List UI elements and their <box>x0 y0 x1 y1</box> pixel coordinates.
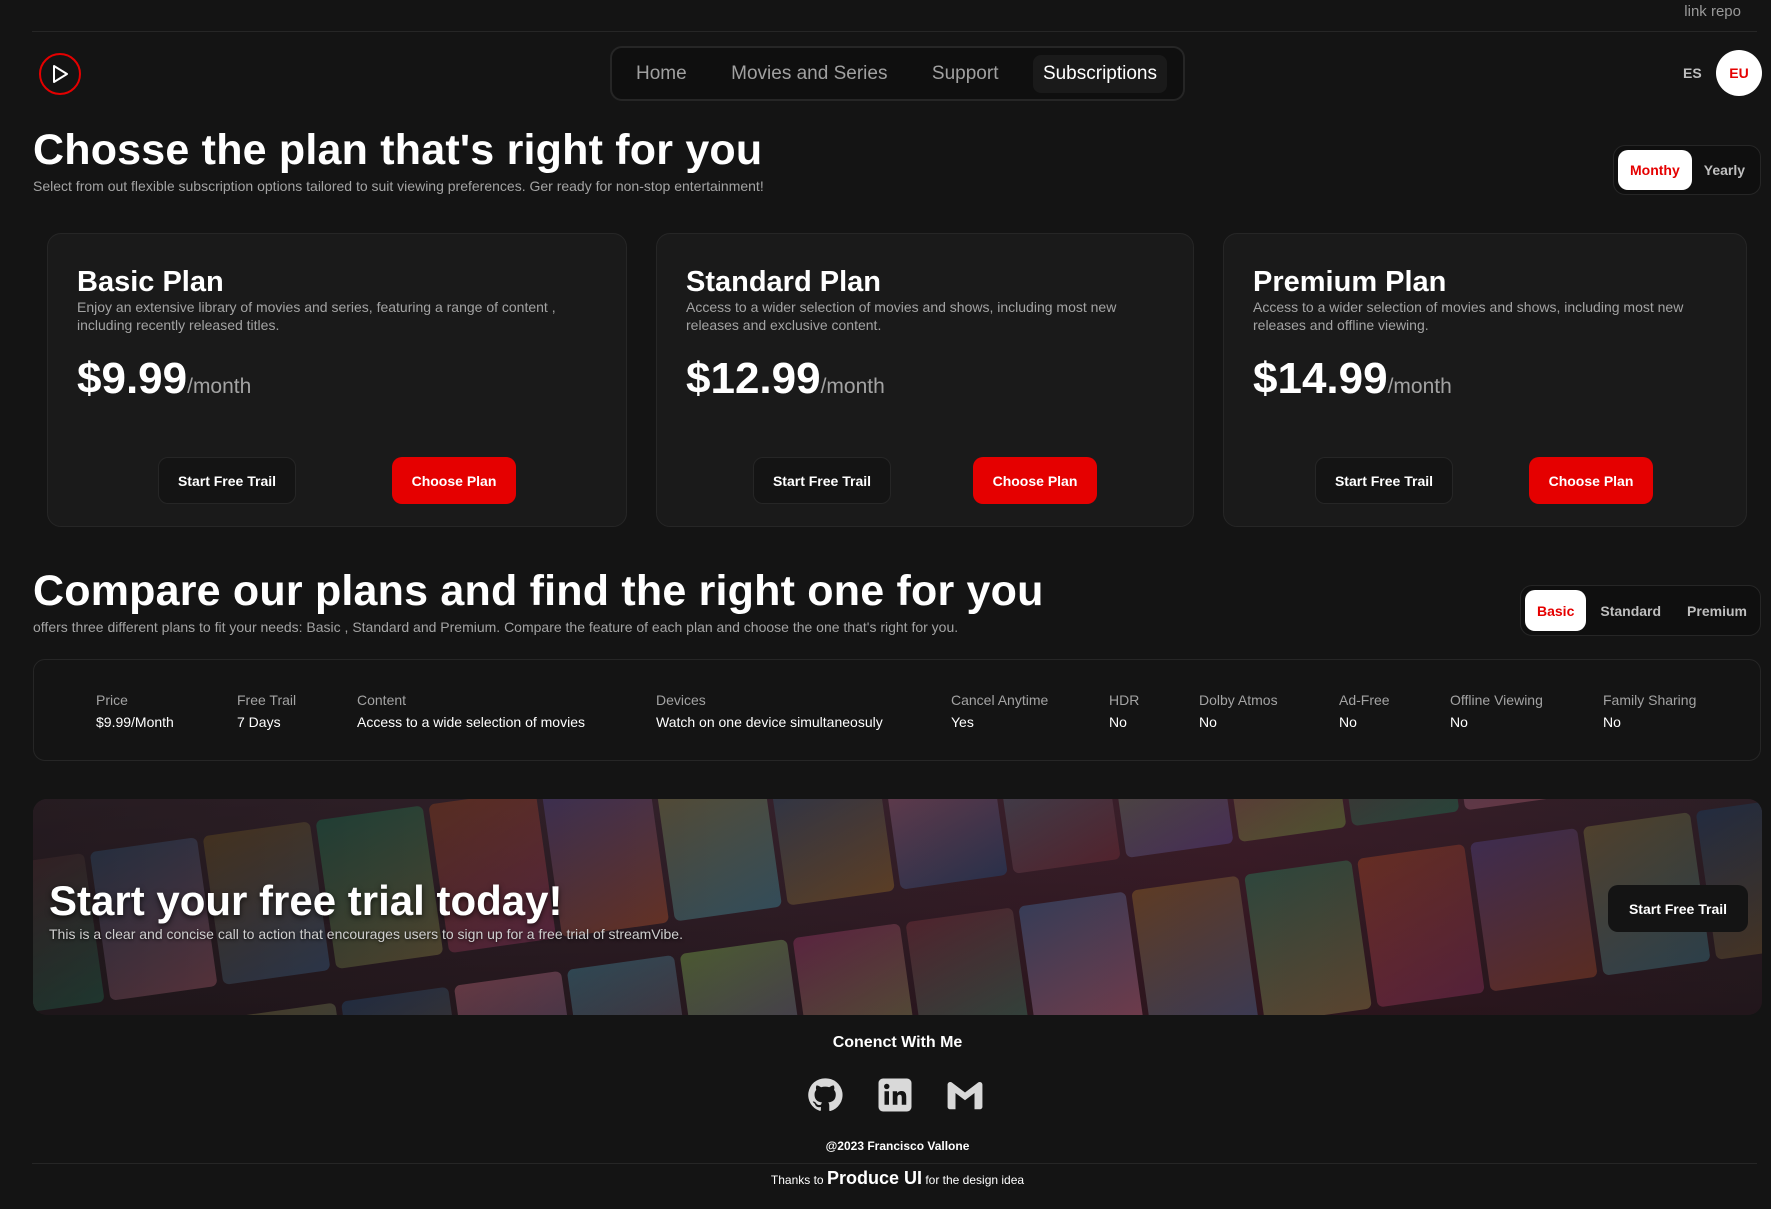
feature-free-trial: Free Trail 7 Days <box>237 692 296 730</box>
feature-value: Access to a wide selection of movies <box>357 714 585 730</box>
choose-plan-button[interactable]: Choose Plan <box>973 457 1097 504</box>
nav-support[interactable]: Support <box>922 55 1009 93</box>
price-amount: $12.99 <box>686 354 821 403</box>
main-nav: Home Movies and Series Support Subscript… <box>610 46 1185 101</box>
plan-card-basic: Basic Plan Enjoy an extensive library of… <box>47 233 627 527</box>
plan-description: Enjoy an extensive library of movies and… <box>77 299 556 333</box>
feature-content: Content Access to a wide selection of mov… <box>357 692 585 730</box>
feature-cancel-anytime: Cancel Anytime Yes <box>951 692 1048 730</box>
top-divider <box>32 31 1757 32</box>
feature-hdr: HDR No <box>1109 692 1139 730</box>
feature-devices: Devices Watch on one device simultaneosul… <box>656 692 883 730</box>
feature-label: HDR <box>1109 692 1140 708</box>
compare-standard-option[interactable]: Standard <box>1586 590 1675 631</box>
compare-basic-option[interactable]: Basic <box>1525 590 1587 631</box>
plan-name: Standard Plan <box>686 266 881 298</box>
feature-label: Offline Viewing <box>1450 692 1543 708</box>
feature-label: Dolby Atmos <box>1199 692 1278 708</box>
lang-eu-button[interactable]: EU <box>1716 50 1762 96</box>
banner-subtitle: This is a clear and concise call to acti… <box>49 926 683 942</box>
billing-yearly-option[interactable]: Yearly <box>1692 150 1757 190</box>
subscriptions-page: link repo Home Movies and Series Support… <box>0 0 1771 1209</box>
nav-movies-series[interactable]: Movies and Series <box>721 55 897 93</box>
plan-name: Premium Plan <box>1253 266 1447 298</box>
plan-price: $14.99/month <box>1253 354 1452 404</box>
plan-description: Access to a wider selection of movies an… <box>686 299 1117 333</box>
linkedin-icon[interactable] <box>875 1075 915 1115</box>
compare-subtitle: offers three different plans to fit your… <box>33 619 959 635</box>
start-free-trial-button[interactable]: Start Free Trail <box>1315 457 1453 504</box>
billing-monthly-option[interactable]: Monthy <box>1618 150 1692 190</box>
feature-price: Price $9.99/Month <box>96 692 174 730</box>
price-period: /month <box>820 375 885 398</box>
gmail-icon[interactable] <box>945 1075 985 1115</box>
plan-price: $12.99/month <box>686 354 885 404</box>
plan-card-premium: Premium Plan Access to a wider selection… <box>1223 233 1747 527</box>
price-amount: $9.99 <box>77 354 188 403</box>
copyright: @2023 Francisco Vallone <box>825 1139 970 1153</box>
plan-card-standard: Standard Plan Access to a wider selectio… <box>656 233 1194 527</box>
feature-label: Price <box>96 692 128 708</box>
feature-family-sharing: Family Sharing No <box>1603 692 1696 730</box>
credits: Thanks to Produce UI for the design idea <box>0 1168 1771 1189</box>
start-free-trial-button[interactable]: Start Free Trail <box>158 457 296 504</box>
bottom-divider <box>32 1163 1757 1164</box>
feature-label: Devices <box>656 692 706 708</box>
compare-premium-option[interactable]: Premium <box>1675 590 1759 631</box>
feature-label: Content <box>357 692 407 708</box>
connect-heading: Conenct With Me <box>832 1034 963 1051</box>
banner-start-free-trial-button[interactable]: Start Free Trail <box>1608 885 1748 932</box>
plan-price: $9.99/month <box>77 354 251 404</box>
credits-suffix: for the design idea <box>925 1173 1025 1187</box>
free-trial-banner: Start your free trial today! This is a c… <box>33 799 1762 1015</box>
repo-link[interactable]: link repo <box>1684 3 1741 20</box>
play-logo-icon[interactable] <box>39 53 81 95</box>
plans-subtitle: Select from out flexible subscription op… <box>33 178 764 194</box>
feature-value: $9.99/Month <box>96 714 174 730</box>
feature-ad-free: Ad-Free No <box>1339 692 1390 730</box>
billing-toggle: Monthy Yearly <box>1613 145 1761 195</box>
feature-value: No <box>1199 714 1217 730</box>
feature-value: No <box>1109 714 1127 730</box>
feature-label: Free Trail <box>237 692 297 708</box>
produce-ui-link[interactable]: Produce UI <box>827 1168 922 1188</box>
price-amount: $14.99 <box>1253 354 1388 403</box>
plan-name: Basic Plan <box>77 266 224 298</box>
feature-value: 7 Days <box>237 714 281 730</box>
banner-title: Start your free trial today! <box>49 877 563 924</box>
plan-description: Access to a wider selection of movies an… <box>1253 299 1684 333</box>
feature-label: Cancel Anytime <box>951 692 1049 708</box>
feature-value: No <box>1603 714 1621 730</box>
nav-home[interactable]: Home <box>626 55 697 93</box>
feature-value: Yes <box>951 714 974 730</box>
credits-prefix: Thanks to <box>770 1173 824 1187</box>
plan-compare-toggle: Basic Standard Premium <box>1520 585 1761 636</box>
price-period: /month <box>1387 375 1452 398</box>
feature-value: No <box>1450 714 1468 730</box>
compare-title: Compare our plans and find the right one… <box>33 567 1044 615</box>
choose-plan-button[interactable]: Choose Plan <box>1529 457 1653 504</box>
start-free-trial-button[interactable]: Start Free Trail <box>753 457 891 504</box>
feature-offline-viewing: Offline Viewing No <box>1450 692 1543 730</box>
plans-title: Chosse the plan that's right for you <box>33 126 763 174</box>
nav-subscriptions[interactable]: Subscriptions <box>1032 54 1167 93</box>
social-links <box>805 1075 985 1115</box>
feature-label: Ad-Free <box>1339 692 1390 708</box>
feature-dolby-atmos: Dolby Atmos No <box>1199 692 1278 730</box>
lang-es-button[interactable]: ES <box>1683 65 1702 81</box>
feature-label: Family Sharing <box>1603 692 1697 708</box>
choose-plan-button[interactable]: Choose Plan <box>392 457 516 504</box>
github-icon[interactable] <box>805 1075 845 1115</box>
features-comparison-row: Price $9.99/Month Free Trail 7 Days Conten… <box>33 659 1761 761</box>
price-period: /month <box>187 375 252 398</box>
feature-value: Watch on one device simultaneosuly <box>656 714 883 730</box>
feature-value: No <box>1339 714 1357 730</box>
